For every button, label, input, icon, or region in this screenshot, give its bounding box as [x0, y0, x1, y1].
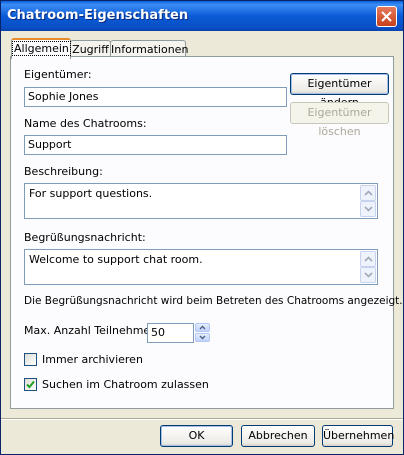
chevron-down-icon — [364, 206, 373, 212]
chevron-up-icon — [364, 190, 373, 196]
room-name-field[interactable]: Support — [24, 135, 287, 155]
description-label: Beschreibung: — [24, 165, 103, 178]
change-owner-button[interactable]: Eigentümer ändern — [290, 73, 389, 109]
delete-owner-button[interactable]: Eigentümer löschen — [290, 102, 389, 138]
welcome-textarea[interactable]: Welcome to support chat room. — [24, 249, 378, 285]
max-participants-field[interactable]: 50 — [147, 323, 194, 343]
checkmark-icon — [26, 380, 35, 389]
description-text: For support questions. — [29, 187, 153, 200]
chevron-down-icon — [199, 335, 206, 340]
archive-checkbox[interactable] — [24, 353, 37, 366]
scroll-down-button[interactable] — [360, 201, 376, 217]
spin-down-button[interactable] — [195, 333, 210, 342]
scroll-down-button[interactable] — [360, 267, 376, 283]
tab-label: Informationen — [111, 43, 189, 56]
close-button[interactable] — [376, 6, 397, 27]
chevron-up-icon — [364, 256, 373, 262]
scroll-up-button[interactable] — [360, 185, 376, 201]
tab-allgemein[interactable]: Allgemein — [11, 38, 71, 59]
ok-label: OK — [188, 429, 205, 442]
scroll-up-button[interactable] — [360, 251, 376, 267]
apply-label: Übernehmen — [323, 429, 395, 442]
welcome-hint: Die Begrüßungsnachricht wird beim Betret… — [24, 295, 403, 307]
tab-label: Allgemein — [12, 41, 71, 56]
chevron-down-icon — [364, 272, 373, 278]
cancel-button[interactable]: Abbrechen — [241, 425, 315, 447]
description-scrollbar[interactable] — [360, 185, 376, 217]
ok-button[interactable]: OK — [160, 425, 233, 447]
close-icon — [381, 11, 392, 22]
cancel-label: Abbrechen — [248, 429, 308, 442]
title-bar[interactable]: Chatroom-Eigenschaften — [1, 1, 403, 31]
welcome-label: Begrüßungsnachricht: — [24, 231, 146, 244]
footer-divider-highlight — [1, 419, 403, 420]
room-name-label: Name des Chatrooms: — [24, 117, 147, 130]
tab-label: Zugriff — [72, 43, 109, 56]
dialog-window: Chatroom-Eigenschaften Allgemein Zugriff… — [0, 0, 404, 455]
owner-label: Eigentümer: — [24, 68, 92, 81]
description-textarea[interactable]: For support questions. — [24, 183, 378, 219]
chevron-up-icon — [199, 325, 206, 330]
spin-up-button[interactable] — [195, 323, 210, 332]
owner-field[interactable]: Sophie Jones — [24, 87, 287, 107]
window-title: Chatroom-Eigenschaften — [7, 8, 189, 23]
max-participants-label: Max. Anzahl Teilnehmer: — [24, 324, 159, 337]
archive-label[interactable]: Immer archivieren — [42, 353, 143, 366]
apply-button[interactable]: Übernehmen — [322, 425, 395, 447]
search-label[interactable]: Suchen im Chatroom zulassen — [42, 378, 209, 391]
welcome-text: Welcome to support chat room. — [29, 253, 203, 266]
welcome-scrollbar[interactable] — [360, 251, 376, 283]
search-checkbox[interactable] — [24, 378, 37, 391]
max-participants-spinner[interactable] — [195, 323, 210, 342]
